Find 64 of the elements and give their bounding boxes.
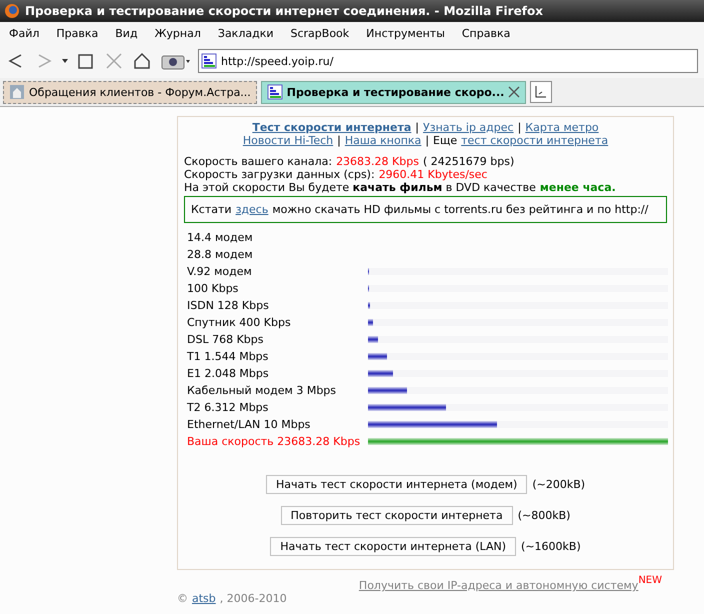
menu-item[interactable]: Журнал: [154, 26, 201, 40]
nav-link[interactable]: Новости Hi-Tech: [242, 134, 334, 147]
speed-label: 14.4 модем: [187, 231, 254, 244]
speed-label: Ваша скорость 23683.28 Kbps: [187, 435, 362, 448]
speed-label: T2 6.312 Mbps: [187, 401, 270, 414]
browser-tab[interactable]: Обращения клиентов - Форум.Астра...: [3, 80, 257, 104]
caret-icon[interactable]: [62, 58, 68, 64]
new-label: NEW: [638, 575, 662, 586]
speed-label: T1 1.544 Mbps: [187, 350, 270, 363]
test-button[interactable]: Повторить тест скорости интернета: [280, 506, 513, 525]
speed-label: Кабельный модем 3 Mbps: [187, 384, 338, 397]
menu-item[interactable]: Инструменты: [366, 26, 445, 40]
notice-text: можно скачать HD фильмы с torrents.ru без рейтинга и по http://: [272, 202, 648, 218]
size-note: (~1600kB): [521, 540, 581, 553]
nav-text: Еще: [433, 134, 458, 147]
nav-link[interactable]: Карта метро: [525, 121, 599, 134]
copyright-years: , 2006-2010: [220, 592, 287, 605]
menu-item[interactable]: Вид: [115, 26, 138, 40]
bars-icon: [266, 84, 283, 100]
window-title: Проверка и тестирование скорости интернет соединения. - Mozilla Firefox: [25, 4, 543, 18]
separator: |: [425, 134, 430, 147]
nav-link[interactable]: Узнать ip адрес: [423, 121, 514, 134]
nav-link[interactable]: Наша кнопка: [344, 134, 422, 147]
menu-item[interactable]: ScrapBook: [290, 26, 350, 40]
test-button[interactable]: Начать тест скорости интернета (LAN): [270, 537, 516, 556]
verdict-time: менее часа.: [540, 181, 616, 194]
verdict-text: На этой скорости Вы будете качать фильм в DVD качестве: [184, 181, 536, 194]
menu-item[interactable]: Правка: [56, 26, 98, 40]
speed-label: Ethernet/LAN 10 Mbps: [187, 418, 312, 431]
bars-icon: [201, 53, 217, 69]
author-link[interactable]: atsb: [192, 592, 216, 605]
ip-link[interactable]: Получить свои IP-адреса и автономную систему: [358, 579, 638, 592]
size-note: (~200kB): [532, 478, 586, 491]
nav-link[interactable]: тест скорости интернета: [461, 134, 608, 147]
speed-label: ISDN 128 Kbps: [187, 299, 270, 312]
copyright-sign: ©: [177, 592, 188, 605]
building-icon: [9, 84, 25, 100]
separator: |: [415, 121, 420, 134]
menu-item[interactable]: Справка: [462, 26, 510, 40]
speed-label: 28.8 модем: [187, 248, 254, 261]
separator: |: [518, 121, 522, 134]
size-note: (~800kB): [518, 509, 570, 522]
speed-label: 100 Kbps: [187, 282, 240, 295]
notice-link[interactable]: здесь: [236, 201, 268, 218]
speed-label: Спутник 400 Kbps: [187, 316, 292, 329]
menu-item[interactable]: Файл: [9, 26, 40, 40]
nav-link[interactable]: Тест скорости интернета: [252, 121, 412, 134]
browser-tab[interactable]: Проверка и тестирование скоро...: [260, 80, 526, 104]
speed-label: V.92 модем: [187, 265, 253, 278]
separator: |: [337, 134, 341, 147]
result-label: Скорость вашего канала:: [184, 155, 332, 168]
close-icon[interactable]: [508, 86, 520, 98]
address-field[interactable]: http://speed.yoip.ru/: [198, 49, 698, 73]
menu-item[interactable]: Закладки: [218, 26, 274, 40]
bps-value: ( 24251679 bps): [422, 155, 514, 168]
home-icon[interactable]: [132, 51, 152, 71]
notice-text: Кстати: [191, 202, 232, 218]
test-button[interactable]: Начать тест скорости интернета (модем): [266, 475, 528, 494]
speed-value: 23683.28 Kbps: [336, 155, 419, 168]
speed-label: E1 2.048 Mbps: [187, 367, 270, 380]
result-label: Скорость загрузки данных (cps):: [184, 168, 375, 181]
download-value: 2960.41 Kbytes/sec: [378, 168, 488, 181]
globe-icon: [4, 3, 20, 19]
speed-label: DSL 768 Kbps: [187, 333, 264, 346]
